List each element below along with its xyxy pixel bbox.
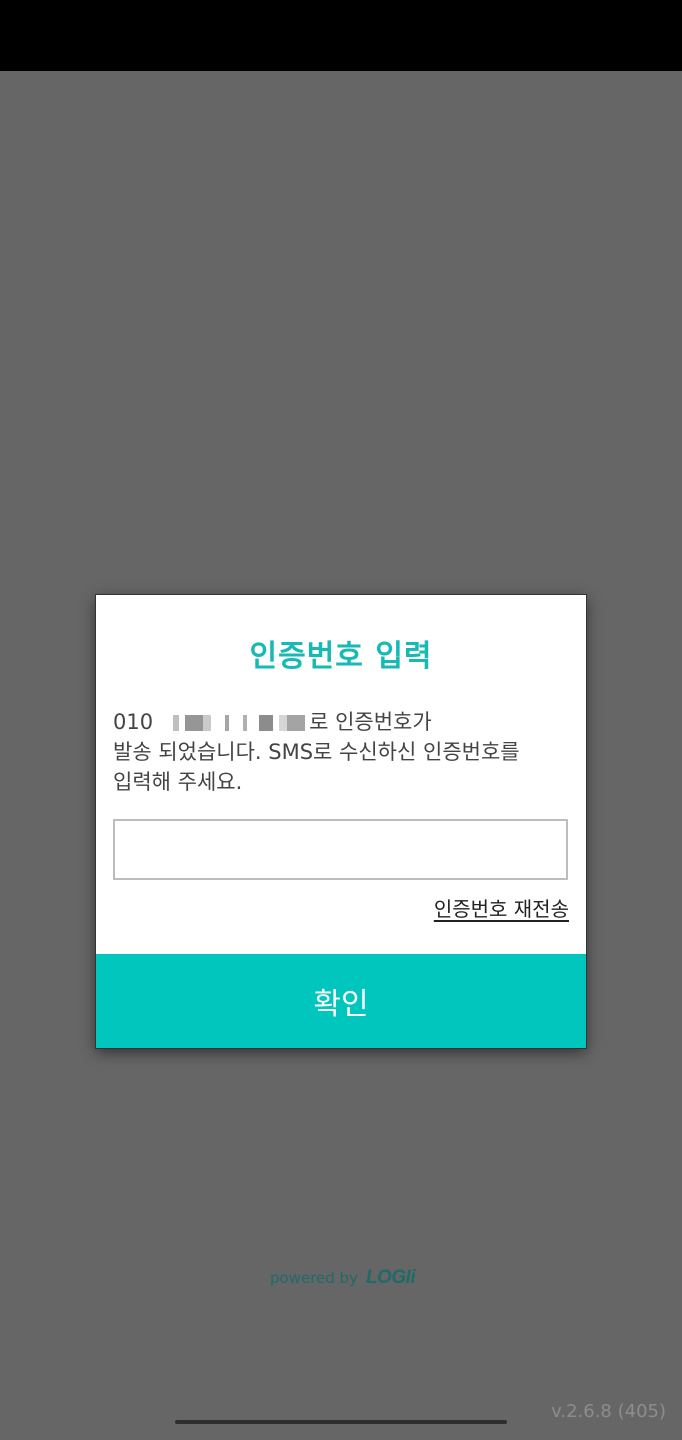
app-version: v.2.6.8 (405) [551, 1401, 666, 1422]
message-line-1-suffix: 로 인증번호가 [309, 710, 432, 734]
phone-prefix: 010 [113, 710, 154, 734]
logi-logo: LOGIi [365, 1267, 416, 1288]
status-bar [0, 0, 682, 71]
powered-by-footer: powered by LOGIi [270, 1263, 416, 1293]
message-line-3: 입력해 주세요. [113, 770, 243, 794]
powered-by-text: powered by [270, 1269, 358, 1287]
dialog-message: 010 로 인증번호가 발송 되었습니다. SMS로 수신하신 인증번호를 입력해… [113, 707, 573, 797]
verification-dialog: 인증번호 입력 010 로 인증번호가 발송 되었습니다. SMS로 수신하신 인… [96, 595, 586, 1048]
home-indicator[interactable] [175, 1420, 507, 1424]
verification-code-input[interactable] [113, 819, 568, 880]
confirm-button[interactable]: 확인 [96, 954, 586, 1048]
redacted-phone-number [163, 715, 306, 731]
dim-overlay: 인증번호 입력 010 로 인증번호가 발송 되었습니다. SMS로 수신하신 인… [0, 71, 682, 1440]
message-line-2: 발송 되었습니다. SMS로 수신하신 인증번호를 [113, 740, 520, 764]
dialog-title: 인증번호 입력 [249, 639, 433, 674]
message-line-1: 010 로 인증번호가 [113, 707, 573, 737]
resend-code-link[interactable]: 인증번호 재전송 [434, 893, 569, 922]
